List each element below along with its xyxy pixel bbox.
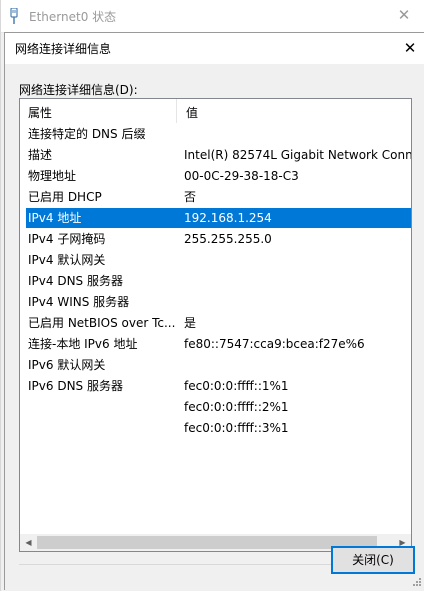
property-cell: 物理地址 [28,169,77,183]
value-cell: fec0:0:0:ffff::1%1 [184,379,289,393]
list-item[interactable]: IPv6 默认网关 [26,355,411,375]
value-cell: Intel(R) 82574L Gigabit Network Connecti… [184,148,412,162]
list-item[interactable]: 描述 Intel(R) 82574L Gigabit Network Conne… [26,145,412,165]
list-item[interactable]: 连接特定的 DNS 后缀 [26,124,411,144]
column-divider[interactable] [176,99,177,123]
property-cell: 已启用 DHCP [28,190,102,204]
dialog-titlebar: 网络连接详细信息 ✕ [5,33,424,64]
close-icon[interactable]: ✕ [395,6,413,24]
property-cell: 描述 [28,148,53,162]
list-item[interactable]: fec0:0:0:ffff::3%1 [26,418,411,438]
dialog-title: 网络连接详细信息 [15,42,112,56]
list-item-selected[interactable]: IPv4 地址 192.168.1.254 [26,208,411,228]
list-item[interactable]: fec0:0:0:ffff::2%1 [26,397,411,417]
column-header-value[interactable]: 值 [186,104,198,121]
column-header-property[interactable]: 属性 [28,104,52,121]
property-cell: IPv4 WINS 服务器 [28,295,130,309]
list-item[interactable]: IPv4 WINS 服务器 [26,292,411,312]
list-header: 属性 值 [20,99,411,123]
property-cell: 连接特定的 DNS 后缀 [28,127,146,141]
list-item[interactable]: 连接-本地 IPv6 地址 fe80::7547:cca9:bcea:f27e%… [26,334,411,354]
close-button[interactable]: 关闭(C) [331,546,415,574]
value-cell: fec0:0:0:ffff::2%1 [184,400,289,414]
list-item[interactable]: 已启用 DHCP 否 [26,187,411,207]
list-item[interactable]: IPv4 DNS 服务器 [26,271,411,291]
list-item[interactable]: IPv4 子网掩码 255.255.255.0 [26,229,411,249]
property-cell: 连接-本地 IPv6 地址 [28,337,138,351]
value-cell: fec0:0:0:ffff::3%1 [184,421,289,435]
list-item[interactable]: 已启用 NetBIOS over Tc... 是 [26,313,411,333]
property-cell: IPv4 子网掩码 [28,232,106,246]
background-titlebar: Ethernet0 状态 ✕ [1,0,424,33]
property-cell: 已启用 NetBIOS over Tc... [28,316,176,330]
ethernet-plug-icon [9,7,19,24]
property-cell: IPv4 默认网关 [28,253,106,267]
list-item[interactable]: 物理地址 00-0C-29-38-18-C3 [26,166,411,186]
network-details-dialog: 网络连接详细信息 ✕ 网络连接详细信息(D): 属性 值 连接特定的 DNS 后… [4,32,424,590]
close-icon[interactable]: ✕ [401,39,419,57]
property-cell: IPv4 地址 [28,211,82,225]
scroll-left-icon[interactable]: ◀ [20,534,37,551]
value-cell: 是 [184,316,197,330]
list-item[interactable]: IPv6 DNS 服务器 fec0:0:0:ffff::1%1 [26,376,411,396]
value-cell: 否 [184,190,197,204]
details-list[interactable]: 属性 值 连接特定的 DNS 后缀 描述 Intel(R) 82574L Gig… [19,98,412,552]
value-cell: 00-0C-29-38-18-C3 [184,169,299,183]
property-cell: IPv4 DNS 服务器 [28,274,123,288]
background-window-title: Ethernet0 状态 [29,10,117,24]
scrollbar-thumb[interactable] [37,536,377,549]
resize-grip-icon[interactable] [410,575,422,587]
value-cell: 192.168.1.254 [184,211,272,225]
details-list-label: 网络连接详细信息(D): [19,83,138,97]
value-cell: 255.255.255.0 [184,232,272,246]
list-item[interactable]: IPv4 默认网关 [26,250,411,270]
property-cell: IPv6 默认网关 [28,358,106,372]
property-cell: IPv6 DNS 服务器 [28,379,123,393]
value-cell: fe80::7547:cca9:bcea:f27e%6 [184,337,365,351]
